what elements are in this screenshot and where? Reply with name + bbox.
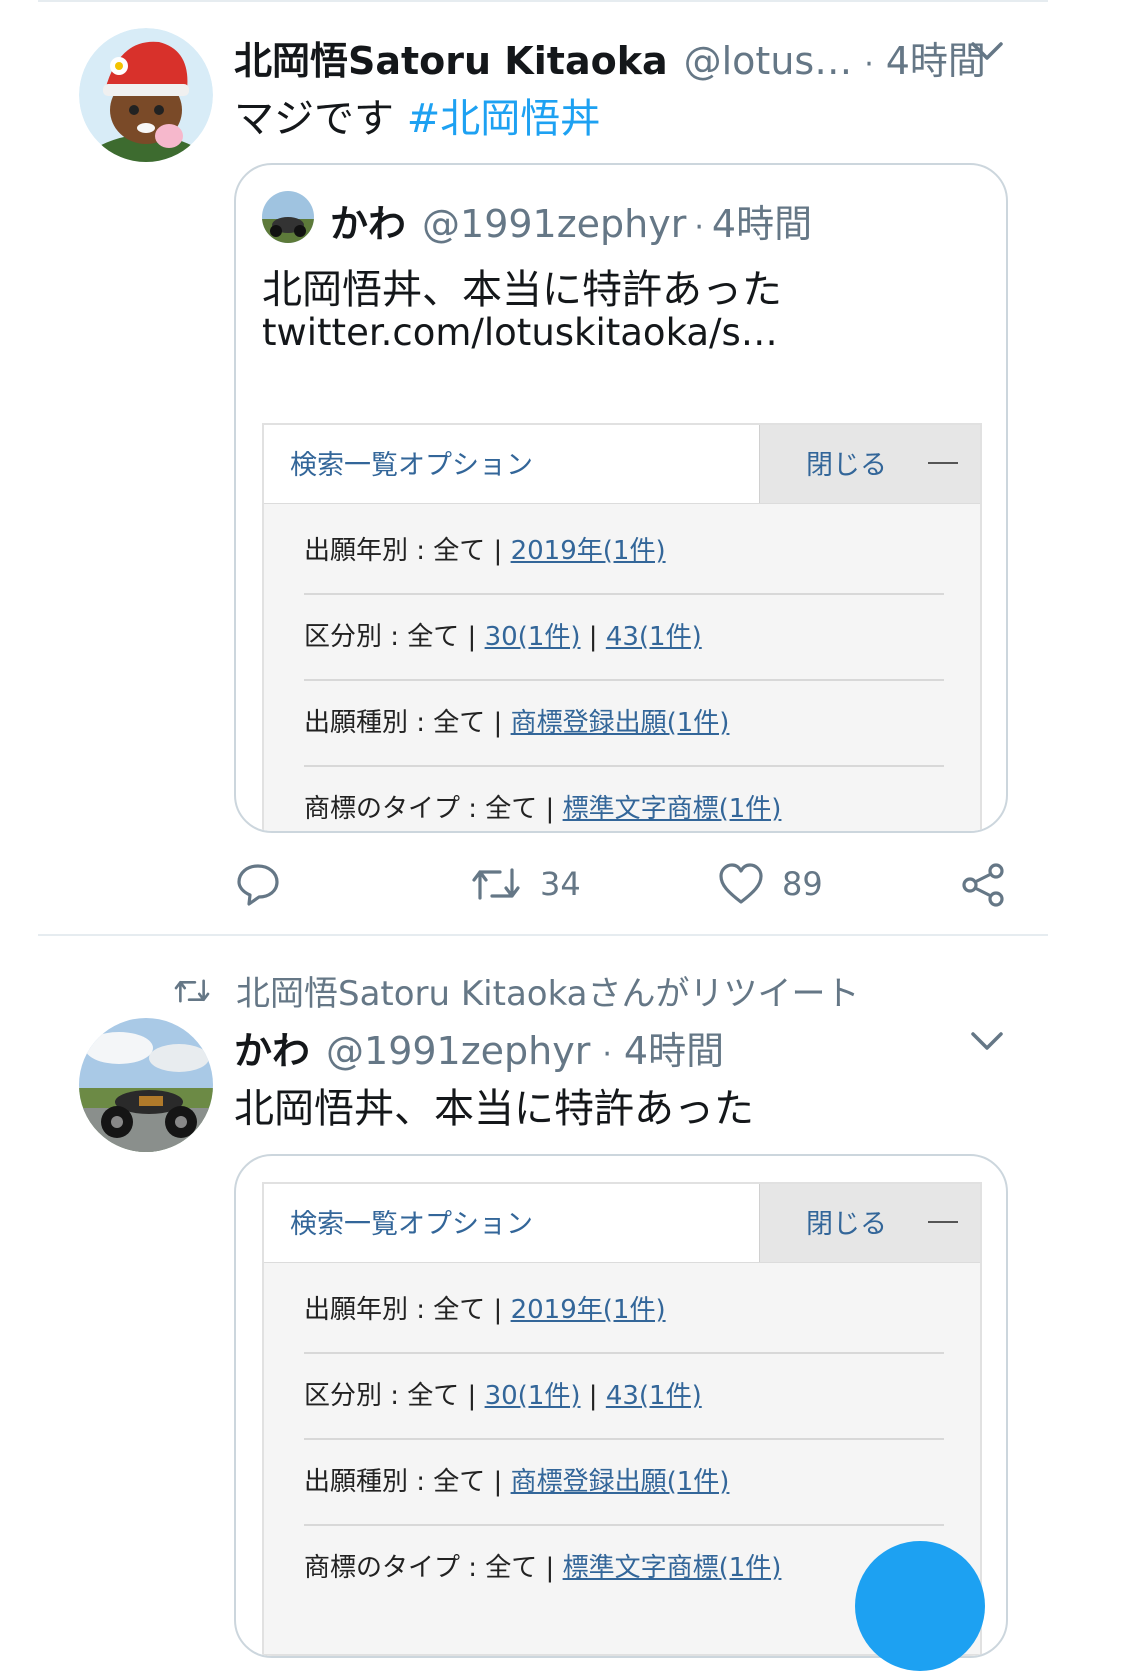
author-name[interactable]: 北岡悟Satoru Kitaoka	[234, 30, 668, 85]
quoted-author-name: かわ	[330, 202, 407, 246]
tweet-divider	[38, 934, 1048, 936]
option-separator: |	[580, 1381, 606, 1411]
panel-close-button: 閉じる	[759, 425, 980, 503]
quoted-tweet-card[interactable]: かわ @1991zephyr · 4時間 北岡悟丼、本当に特許あった twitt…	[234, 163, 1008, 833]
avatar-kawa[interactable]	[79, 1018, 213, 1152]
quoted-header: かわ @1991zephyr · 4時間	[330, 193, 812, 248]
option-row: 区分別 : 全て | 30(1件) | 43(1件)	[304, 595, 944, 681]
panel-title: 検索一覧オプション	[290, 450, 533, 481]
option-row: 出願年別 : 全て | 2019年(1件)	[304, 1268, 944, 1354]
option-link: 商標登録出願(1件)	[510, 708, 730, 738]
hashtag-link[interactable]: #北岡悟丼	[407, 96, 601, 142]
option-separator: |	[580, 622, 606, 652]
quoted-avatar	[262, 191, 314, 243]
option-label: 出願種別 : 全て |	[304, 1467, 511, 1497]
avatar-kitaoka[interactable]	[79, 28, 213, 162]
option-link: 30(1件)	[484, 1381, 581, 1411]
chevron-down-icon[interactable]	[967, 32, 1007, 72]
retweet-banner-text: 北岡悟Satoru Kitaokaさんがリツイート	[236, 974, 860, 1014]
reply-button[interactable]	[236, 862, 280, 906]
option-label: 出願年別 : 全て |	[304, 1295, 511, 1325]
panel-close-label: 閉じる	[806, 450, 887, 481]
panel-header: 検索一覧オプション 閉じる	[264, 425, 980, 504]
search-options-panel-image: 検索一覧オプション 閉じる 出願年別 : 全て | 2019年(1件) 区分別 …	[262, 423, 982, 831]
top-divider	[38, 0, 1048, 2]
author-name[interactable]: かわ	[234, 1020, 310, 1075]
option-label: 出願種別 : 全て |	[304, 708, 511, 738]
option-label: 区分別 : 全て |	[304, 622, 485, 652]
compose-tweet-button[interactable]	[855, 1541, 985, 1671]
retweet-banner[interactable]: 北岡悟Satoru Kitaokaさんがリツイート	[172, 966, 860, 1015]
panel-close-button: 閉じる	[759, 1184, 980, 1262]
option-row: 出願種別 : 全て | 商標登録出願(1件)	[304, 681, 944, 767]
author-handle[interactable]: @1991zephyr	[326, 1029, 590, 1073]
minus-icon	[928, 1221, 958, 1223]
like-button[interactable]: 89	[718, 862, 823, 906]
quoted-author-handle: @1991zephyr	[422, 202, 687, 246]
tweet-1-text: マジです #北岡悟丼	[234, 86, 600, 144]
dot-separator: ·	[694, 210, 704, 245]
option-link: 43(1件)	[605, 622, 702, 652]
quoted-tweet-link[interactable]: twitter.com/lotuskitaoka/s…	[262, 311, 778, 354]
option-link: 2019年(1件)	[510, 536, 666, 566]
option-link: 標準文字商標(1件)	[562, 1553, 782, 1583]
option-label: 出願年別 : 全て |	[304, 536, 511, 566]
panel-title: 検索一覧オプション	[290, 1209, 533, 1240]
option-label: 商標のタイプ : 全て |	[304, 794, 563, 824]
tweet-1-header: 北岡悟Satoru Kitaoka @lotus… · 4時間	[234, 30, 986, 85]
panel-header: 検索一覧オプション 閉じる	[264, 1184, 980, 1263]
quoted-tweet-text: 北岡悟丼、本当に特許あった	[262, 267, 782, 313]
option-row: 商標のタイプ : 全て | 標準文字商標(1件)	[304, 767, 944, 831]
option-label: 区分別 : 全て |	[304, 1381, 485, 1411]
panel-close-label: 閉じる	[806, 1209, 887, 1240]
option-link: 標準文字商標(1件)	[562, 794, 782, 824]
retweet-icon	[174, 979, 210, 1002]
share-button[interactable]	[960, 862, 1006, 908]
minus-icon	[928, 462, 958, 464]
retweet-icon	[472, 868, 520, 900]
quoted-tweet-time: 4時間	[711, 202, 813, 246]
heart-icon	[719, 863, 763, 904]
dot-separator: ·	[602, 1037, 612, 1072]
chevron-down-icon[interactable]	[967, 1022, 1007, 1062]
option-row: 出願種別 : 全て | 商標登録出願(1件)	[304, 1440, 944, 1526]
tweet-2-header: かわ @1991zephyr · 4時間	[234, 1020, 724, 1075]
option-row: 出願年別 : 全て | 2019年(1件)	[304, 509, 944, 595]
author-handle[interactable]: @lotus…	[684, 39, 853, 83]
option-row: 区分別 : 全て | 30(1件) | 43(1件)	[304, 1354, 944, 1440]
option-link: 30(1件)	[484, 622, 581, 652]
dot-separator: ·	[864, 47, 874, 82]
option-link: 43(1件)	[605, 1381, 702, 1411]
share-icon	[962, 863, 1004, 907]
retweet-button[interactable]: 34	[470, 862, 581, 906]
option-label: 商標のタイプ : 全て |	[304, 1553, 563, 1583]
option-link: 商標登録出願(1件)	[510, 1467, 730, 1497]
option-link: 2019年(1件)	[510, 1295, 666, 1325]
tweet-time[interactable]: 4時間	[624, 1020, 724, 1075]
reply-icon	[237, 864, 279, 906]
option-row: 商標のタイプ : 全て | 標準文字商標(1件)	[304, 1526, 944, 1610]
like-count: 89	[782, 865, 823, 903]
tweet-text-body: マジです	[234, 96, 407, 142]
tweet-2-text: 北岡悟丼、本当に特許あった	[234, 1086, 754, 1132]
retweet-count: 34	[540, 865, 581, 903]
